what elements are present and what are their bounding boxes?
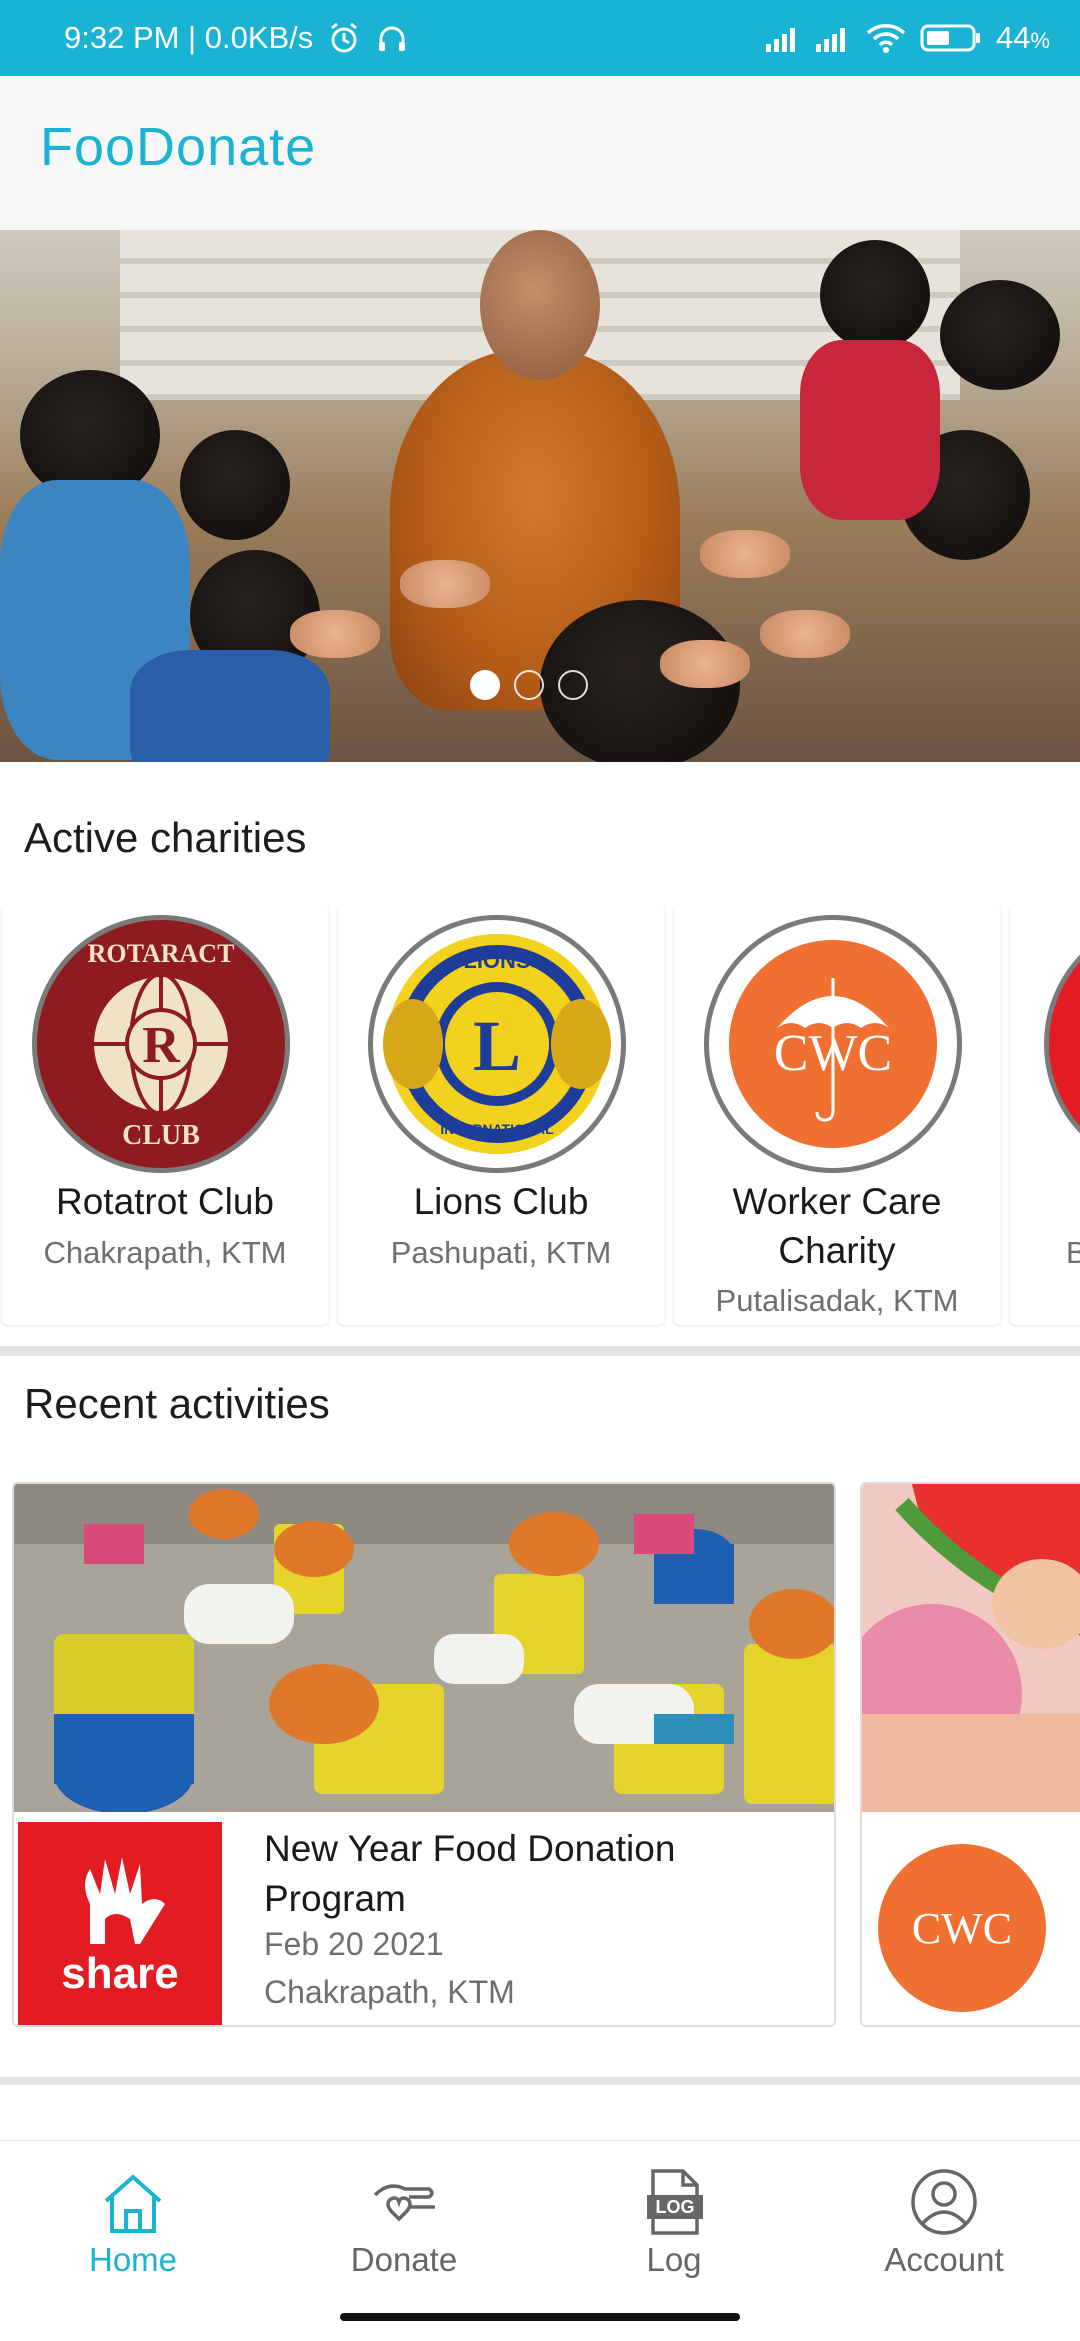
hands-icon bbox=[85, 1857, 165, 1944]
active-charities-heading: Active charities bbox=[24, 814, 307, 861]
headset-icon bbox=[379, 26, 406, 51]
cwc-logo-art: CWC bbox=[729, 940, 937, 1148]
recent-activities-heading: Recent activities bbox=[24, 1380, 330, 1427]
nav-log-label: Log bbox=[646, 2241, 702, 2278]
wifi-icon bbox=[866, 24, 906, 53]
status-right: 44% bbox=[765, 20, 1050, 56]
nav-account-label: Account bbox=[884, 2241, 1004, 2278]
alarm-icon bbox=[331, 22, 358, 53]
charity-location-partial: B bbox=[1066, 1235, 1080, 1270]
food-supplies-photo bbox=[14, 1484, 834, 1812]
nav-log[interactable]: LOG Log bbox=[574, 2167, 774, 2279]
charity-card[interactable]: B bbox=[1010, 905, 1080, 1325]
section-divider bbox=[0, 1346, 1080, 1356]
activity-photo bbox=[14, 1484, 834, 1812]
lions-logo: L LIONS INTERNATIONAL bbox=[368, 915, 626, 1173]
svg-text:INTERNATIONAL: INTERNATIONAL bbox=[440, 1121, 554, 1137]
charity-location: Putalisadak, KTM bbox=[715, 1283, 959, 1318]
rotaract-logo-art: R ROTARACT CLUB bbox=[88, 939, 235, 1151]
cwc-logo: CWC bbox=[704, 915, 962, 1173]
section-divider bbox=[0, 2077, 1080, 2085]
log-icon-text: LOG bbox=[656, 2197, 695, 2217]
nav-donate-label: Donate bbox=[350, 2241, 458, 2278]
cwc-logo-small: CWC bbox=[878, 1844, 1046, 2012]
nav-donate[interactable]: Donate bbox=[304, 2167, 504, 2279]
watermelon-child-photo bbox=[862, 1484, 1080, 1812]
banner-photo-child bbox=[940, 280, 1060, 390]
activity-date: Feb 20 2021 bbox=[264, 1926, 444, 1962]
battery-unit: % bbox=[1030, 28, 1050, 53]
banner-photo-monk-head bbox=[480, 230, 600, 380]
battery-icon bbox=[920, 24, 980, 52]
donate-hand-heart-icon bbox=[373, 2184, 435, 2222]
svg-text:CWC: CWC bbox=[774, 1025, 892, 1082]
activity-photo bbox=[862, 1484, 1080, 1812]
share-logo: share bbox=[18, 1822, 222, 2025]
cwc-logo-small-text: CWC bbox=[911, 1903, 1013, 1953]
nav-home[interactable]: Home bbox=[33, 2167, 233, 2279]
banner-photo-child bbox=[820, 240, 930, 350]
account-user-icon bbox=[911, 2169, 977, 2235]
charity-name: Rotatrot Club bbox=[56, 1181, 274, 1222]
banner-photo-hand bbox=[400, 560, 490, 608]
banner-photo-child bbox=[800, 340, 940, 520]
bottom-navigation: Home Donate LOG Log Account bbox=[0, 2140, 1080, 2341]
charity-location: Pashupati, KTM bbox=[390, 1235, 612, 1270]
carousel-indicator bbox=[470, 670, 588, 700]
signal-icon bbox=[765, 28, 795, 52]
svg-text:CLUB: CLUB bbox=[122, 1120, 200, 1151]
share-logo-text: share bbox=[61, 1949, 179, 1998]
nav-account[interactable]: Account bbox=[844, 2167, 1044, 2279]
lions-logo-art: L LIONS INTERNATIONAL bbox=[383, 934, 611, 1154]
carousel-dot[interactable] bbox=[558, 670, 588, 700]
carousel-dot[interactable] bbox=[470, 670, 500, 700]
banner-photo-hand bbox=[660, 640, 750, 688]
charity-card[interactable]: CWC Worker Care Charity Putalisadak, KTM bbox=[674, 905, 1000, 1325]
banner-photo-hand bbox=[700, 530, 790, 578]
signal-icon-2 bbox=[815, 28, 845, 52]
charity-list[interactable]: R ROTARACT CLUB Rotatrot Club Chakrapath… bbox=[0, 905, 1080, 1335]
svg-text:R: R bbox=[142, 1017, 181, 1074]
charity-name: Lions Club bbox=[413, 1181, 589, 1222]
home-icon bbox=[104, 2174, 162, 2233]
activity-card[interactable]: CWC bbox=[860, 1482, 1080, 2027]
status-bar: 9:32 PM | 0.0KB/s 44% bbox=[0, 0, 1080, 76]
rotaract-logo: R ROTARACT CLUB bbox=[32, 915, 290, 1173]
charity-name: Worker Care Charity bbox=[732, 1181, 942, 1271]
activity-title: New Year Food Donation Program bbox=[264, 1828, 676, 1919]
activity-location: Chakrapath, KTM bbox=[264, 1974, 515, 2010]
home-indicator[interactable] bbox=[340, 2313, 740, 2321]
battery-percent: 44% bbox=[996, 20, 1050, 56]
activity-card[interactable]: share New Year Food Donation Program Feb… bbox=[12, 1482, 836, 2027]
charity-location: Chakrapath, KTM bbox=[43, 1235, 287, 1270]
banner-photo-hand bbox=[760, 610, 850, 658]
svg-text:LIONS: LIONS bbox=[463, 948, 530, 973]
charity-logo-partial bbox=[1044, 915, 1080, 1173]
banner-photo-hand bbox=[290, 610, 380, 658]
app-bar: FooDonate bbox=[0, 76, 1080, 230]
battery-level: 44 bbox=[995, 20, 1031, 55]
status-time-speed: 9:32 PM | 0.0KB/s bbox=[64, 20, 314, 55]
app-title: FooDonate bbox=[40, 117, 317, 177]
svg-text:ROTARACT: ROTARACT bbox=[88, 939, 235, 968]
nav-home-label: Home bbox=[88, 2241, 178, 2278]
banner-photo-child bbox=[130, 650, 330, 762]
status-left: 9:32 PM | 0.0KB/s bbox=[64, 20, 409, 56]
charity-card[interactable]: R ROTARACT CLUB Rotatrot Club Chakrapath… bbox=[2, 905, 328, 1325]
banner-photo-child bbox=[180, 430, 290, 540]
carousel-dot[interactable] bbox=[514, 670, 544, 700]
svg-text:L: L bbox=[473, 1006, 521, 1086]
log-file-icon: LOG bbox=[647, 2169, 703, 2235]
charity-card[interactable]: L LIONS INTERNATIONAL Lions Club Pashupa… bbox=[338, 905, 664, 1325]
banner-carousel[interactable] bbox=[0, 230, 1080, 762]
